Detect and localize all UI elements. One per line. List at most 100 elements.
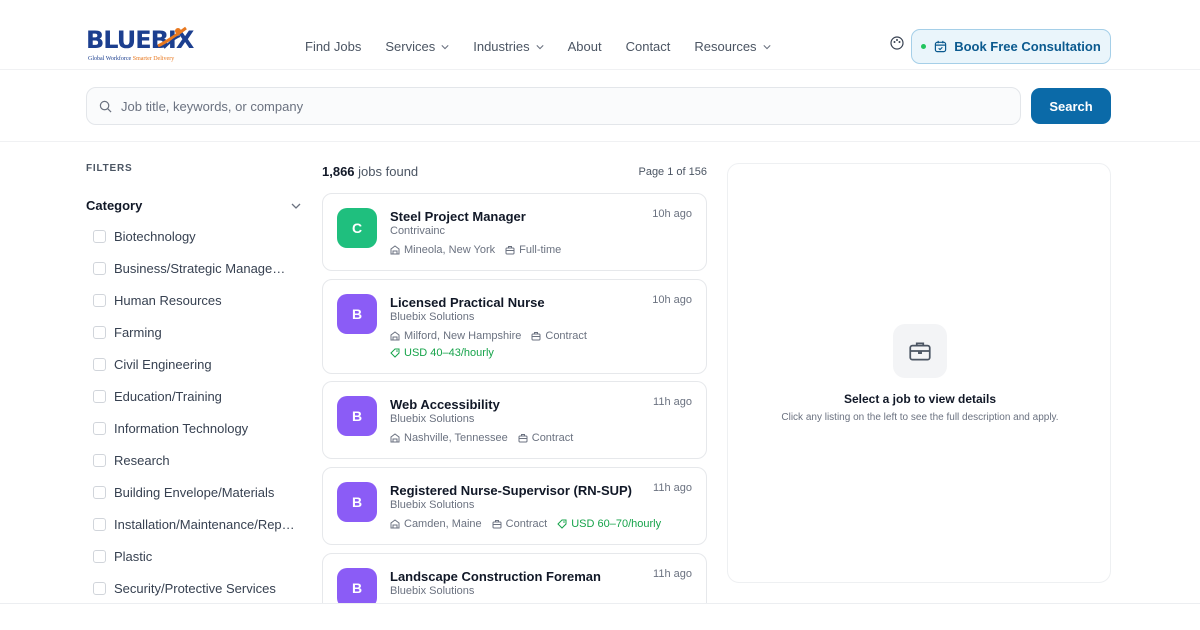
chevron-down-icon: [762, 45, 771, 50]
brand-logo[interactable]: BLUEBIX Global Workforce Smarter Deliver…: [86, 26, 194, 68]
briefcase-icon: [909, 342, 931, 361]
filters-title: FILTERS: [86, 163, 133, 174]
job-title: Licensed Practical Nurse: [390, 295, 545, 310]
search-field[interactable]: [86, 87, 1021, 125]
category-option[interactable]: Civil Engineering: [93, 357, 303, 389]
building-icon: [390, 331, 400, 341]
job-company: Contrivainc: [390, 225, 446, 237]
briefcase-icon: [518, 434, 528, 443]
logo-swoosh-icon: [157, 26, 187, 49]
briefcase-icon: [505, 246, 515, 255]
building-icon: [390, 519, 400, 529]
results-header: 1,866 jobs found Page 1 of 156: [322, 164, 707, 179]
job-posted-time: 10h ago: [652, 294, 692, 306]
job-company: Bluebix Solutions: [390, 499, 475, 511]
job-meta: Camden, Maine Contract USD 60–70/hourly: [390, 518, 671, 530]
tag-icon: [390, 348, 400, 358]
job-meta: Mineola, New York Full-time: [390, 244, 571, 256]
search-button[interactable]: Search: [1031, 88, 1111, 124]
job-type: Full-time: [519, 244, 562, 256]
search-icon: [99, 100, 112, 112]
job-card[interactable]: B Licensed Practical Nurse Bluebix Solut…: [322, 279, 707, 374]
category-toggle[interactable]: Category: [86, 198, 301, 213]
job-location: Mineola, New York: [404, 244, 496, 256]
job-salary: USD 40–43/hourly: [390, 347, 494, 359]
briefcase-icon: [492, 520, 502, 529]
job-type: Contract: [545, 330, 587, 342]
category-checkbox[interactable]: [93, 358, 106, 371]
search-bar: Search: [0, 71, 1200, 142]
chevron-down-icon: [291, 203, 301, 209]
category-option[interactable]: Information Technology: [93, 421, 303, 453]
category-checkbox[interactable]: [93, 262, 106, 275]
category-checkbox[interactable]: [93, 422, 106, 435]
category-option[interactable]: Biotechnology: [93, 229, 303, 261]
category-checkbox[interactable]: [93, 294, 106, 307]
job-title: Landscape Construction Foreman: [390, 569, 601, 584]
job-meta: Milford, New Hampshire Contract: [390, 330, 597, 342]
job-posted-time: 10h ago: [652, 208, 692, 220]
nav-services[interactable]: Services: [385, 38, 449, 56]
detail-empty-subtitle: Click any listing on the left to see the…: [781, 412, 1059, 423]
category-checkbox[interactable]: [93, 326, 106, 339]
briefcase-icon: [531, 332, 541, 341]
category-option[interactable]: Business/Strategic Manageme...: [93, 261, 303, 293]
job-title: Web Accessibility: [390, 397, 500, 412]
company-avatar: B: [337, 294, 377, 334]
job-company: Bluebix Solutions: [390, 413, 475, 425]
job-posted-time: 11h ago: [653, 482, 692, 494]
company-avatar: C: [337, 208, 377, 248]
category-checkbox[interactable]: [93, 550, 106, 563]
nav-about[interactable]: About: [568, 38, 602, 56]
job-title: Registered Nurse-Supervisor (RN-SUP): [390, 483, 632, 498]
category-checkbox[interactable]: [93, 486, 106, 499]
nav-find-jobs[interactable]: Find Jobs: [305, 38, 361, 56]
results-count: 1,866 jobs found: [322, 164, 419, 179]
company-avatar: B: [337, 396, 377, 436]
job-location: Nashville, Tennessee: [404, 432, 508, 444]
category-option[interactable]: Education/Training: [93, 389, 303, 421]
job-card[interactable]: B Web Accessibility Bluebix Solutions 11…: [322, 381, 707, 459]
category-checkbox[interactable]: [93, 518, 106, 531]
job-meta: Nashville, Tennessee Contract: [390, 432, 583, 444]
brand-tagline: Global Workforce Smarter Delivery: [88, 56, 175, 62]
status-dot: [921, 44, 927, 49]
nav-industries[interactable]: Industries: [473, 38, 544, 56]
job-card[interactable]: C Steel Project Manager Contrivainc 10h …: [322, 193, 707, 271]
category-checkbox[interactable]: [93, 582, 106, 595]
detail-empty-title: Select a job to view details: [843, 392, 997, 406]
building-icon: [390, 433, 400, 443]
category-heading: Category: [86, 198, 143, 213]
chevron-down-icon: [441, 45, 449, 50]
chevron-down-icon: [536, 45, 544, 50]
filters-sidebar: FILTERS Category Biotechnology Business/…: [86, 163, 301, 596]
nav-contact[interactable]: Contact: [626, 38, 671, 56]
site-header: BLUEBIX Global Workforce Smarter Deliver…: [0, 0, 1200, 70]
category-checkbox[interactable]: [93, 230, 106, 243]
job-location: Camden, Maine: [404, 518, 482, 530]
search-input[interactable]: [121, 98, 1001, 114]
nav-resources[interactable]: Resources: [694, 38, 771, 56]
category-option[interactable]: Research: [93, 453, 303, 485]
cta-label: Book Free Consultation: [954, 39, 1101, 54]
job-title: Steel Project Manager: [390, 209, 526, 224]
category-option[interactable]: Installation/Maintenance/Repair: [93, 517, 303, 549]
job-card[interactable]: B Registered Nurse-Supervisor (RN-SUP) B…: [322, 467, 707, 545]
job-type: Contract: [531, 432, 574, 444]
tag-icon: [557, 519, 567, 529]
main-nav: Find Jobs Services Industries About Cont…: [305, 38, 795, 56]
category-option[interactable]: Building Envelope/Materials: [93, 485, 303, 517]
job-posted-time: 11h ago: [653, 568, 692, 580]
category-checkbox[interactable]: [93, 390, 106, 403]
category-option[interactable]: Plastic: [93, 549, 303, 581]
category-list: Biotechnology Business/Strategic Managem…: [93, 229, 303, 613]
category-option[interactable]: Farming: [93, 325, 303, 357]
book-consultation-button[interactable]: Book Free Consultation: [911, 29, 1111, 64]
job-type: Contract: [505, 518, 548, 530]
palette-icon[interactable]: [890, 36, 904, 50]
job-posted-time: 11h ago: [653, 396, 692, 408]
category-checkbox[interactable]: [93, 454, 106, 467]
detail-icon-box: [893, 324, 947, 378]
category-option[interactable]: Human Resources: [93, 293, 303, 325]
job-location: Milford, New Hampshire: [404, 330, 522, 342]
